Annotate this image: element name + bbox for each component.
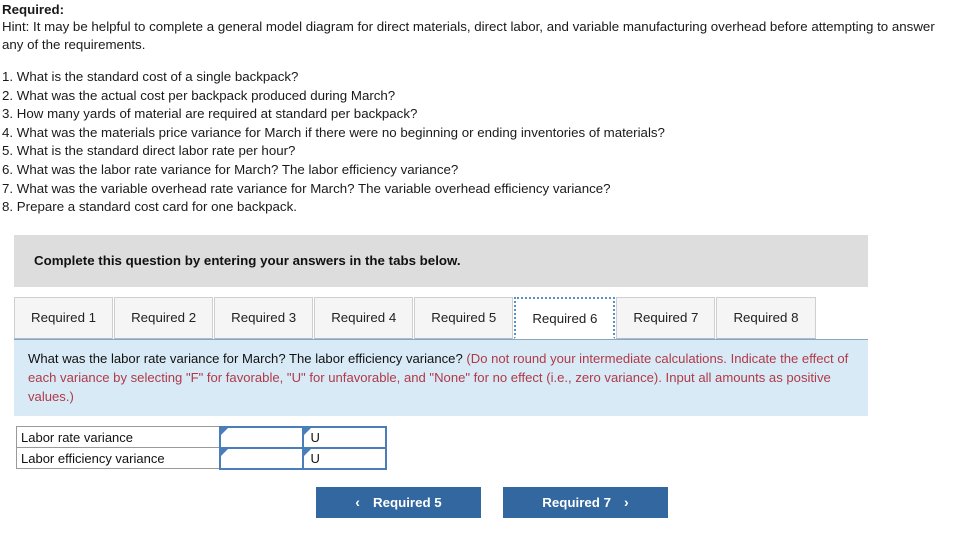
table-row: Labor efficiency variance U [16, 446, 387, 470]
amount-value-labor-efficiency-variance [221, 451, 224, 466]
question-item: 3. How many yards of material are requir… [2, 106, 418, 122]
question-list: 1. What is the standard cost of a single… [0, 68, 974, 217]
question-item: 6. What was the labor rate variance for … [2, 161, 459, 177]
tab-required-8[interactable]: Required 8 [716, 296, 816, 339]
amount-input-labor-rate-variance[interactable] [218, 425, 304, 449]
hint-text: Hint: It may be helpful to complete a ge… [2, 19, 935, 52]
row-label-labor-rate-variance: Labor rate variance [16, 426, 220, 449]
next-required-button[interactable]: Required 7 › [503, 486, 668, 518]
question-item: 5. What is the standard direct labor rat… [2, 143, 296, 159]
effect-value-labor-rate-variance: U [310, 429, 320, 445]
table-row: Labor rate variance U [16, 425, 387, 449]
next-required-label: Required 7 [542, 494, 612, 510]
question-panel-text: What was the labor rate variance for Mar… [28, 349, 854, 406]
previous-required-label: Required 5 [372, 494, 442, 510]
question-panel: What was the labor rate variance for Mar… [14, 338, 868, 416]
tab-required-2[interactable]: Required 2 [114, 296, 214, 339]
amount-value-labor-rate-variance [221, 430, 224, 445]
effect-value-labor-efficiency-variance: U [310, 450, 320, 466]
effect-select-labor-efficiency-variance[interactable]: U [301, 446, 387, 470]
tab-bar: Required 1 Required 2 Required 3 Require… [14, 295, 974, 339]
previous-required-button[interactable]: ‹ Required 5 [316, 486, 481, 518]
tab-required-6[interactable]: Required 6 [514, 296, 616, 339]
tab-required-5[interactable]: Required 5 [414, 296, 514, 339]
question-item: 7. What was the variable overhead rate v… [2, 180, 611, 196]
amount-input-labor-efficiency-variance[interactable] [218, 446, 304, 470]
tab-required-4[interactable]: Required 4 [314, 296, 414, 339]
chevron-left-icon: ‹ [355, 494, 360, 511]
navigation-buttons: ‹ Required 5 Required 7 › [0, 486, 974, 518]
answer-table: Labor rate variance U Labor efficiency v… [16, 425, 387, 470]
question-item: 4. What was the materials price variance… [2, 124, 665, 140]
instruction-banner: Complete this question by entering your … [14, 234, 868, 287]
question-item: 2. What was the actual cost per backpack… [2, 87, 396, 103]
question-item: 8. Prepare a standard cost card for one … [2, 199, 297, 215]
tab-required-3[interactable]: Required 3 [214, 296, 314, 339]
question-item: 1. What is the standard cost of a single… [2, 69, 299, 84]
instruction-banner-text: Complete this question by entering your … [34, 253, 461, 269]
effect-select-labor-rate-variance[interactable]: U [301, 425, 387, 449]
chevron-right-icon: › [624, 494, 629, 511]
row-label-labor-efficiency-variance: Labor efficiency variance [16, 447, 220, 470]
question-page: Required: Hint: It may be helpful to com… [0, 0, 974, 518]
tab-required-1[interactable]: Required 1 [14, 296, 114, 339]
required-heading: Required: [2, 2, 65, 17]
tab-required-7[interactable]: Required 7 [616, 296, 716, 339]
question-panel-prompt: What was the labor rate variance for Mar… [28, 350, 467, 366]
